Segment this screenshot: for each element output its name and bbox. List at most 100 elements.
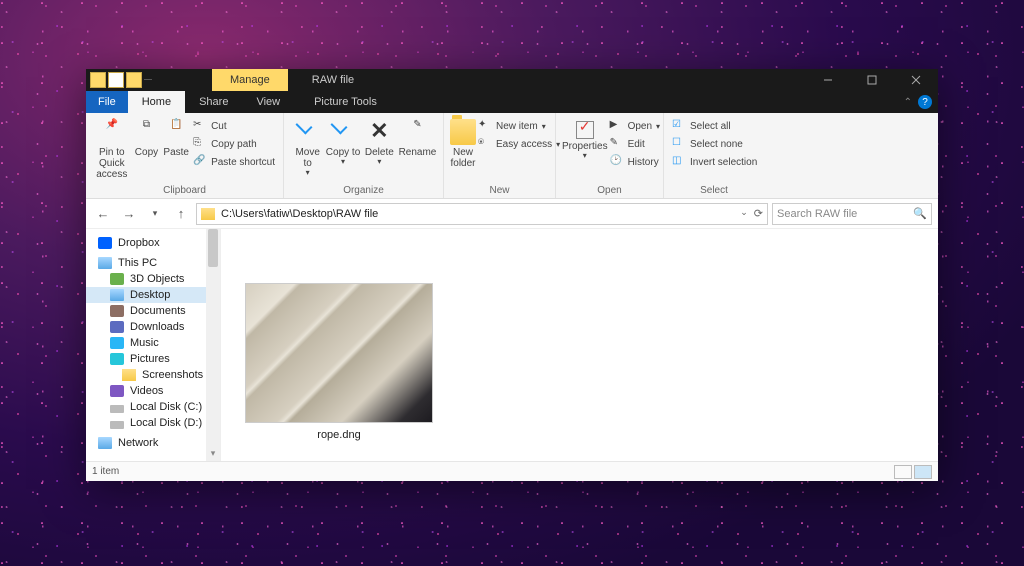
back-button[interactable]: ← xyxy=(92,203,114,225)
new-folder-button[interactable]: New folder xyxy=(450,117,476,169)
rename-icon: ✎ xyxy=(404,119,430,145)
status-bar: 1 item xyxy=(86,461,938,481)
share-tab[interactable]: Share xyxy=(185,91,242,113)
up-button[interactable]: ↑ xyxy=(170,203,192,225)
tree-item-downloads[interactable]: Downloads xyxy=(86,319,220,335)
copy-to-icon xyxy=(330,119,356,145)
refresh-icon[interactable]: ⟳ xyxy=(754,207,763,220)
item-count-label: 1 item xyxy=(92,466,119,477)
collapse-ribbon-icon[interactable]: ⌃ xyxy=(904,97,912,108)
close-button[interactable] xyxy=(894,69,938,91)
tree-item-dropbox[interactable]: Dropbox xyxy=(86,235,220,251)
forward-button[interactable]: → xyxy=(118,203,140,225)
open-button[interactable]: ▶Open ▾ xyxy=(608,117,662,135)
delete-icon: ✕ xyxy=(366,119,392,145)
paste-button[interactable]: 📋 Paste xyxy=(161,117,191,158)
tree-item-screenshots[interactable]: Screenshots xyxy=(86,367,220,383)
tree-item-disk-c[interactable]: Local Disk (C:) xyxy=(86,399,220,415)
file-item[interactable]: rope.dng xyxy=(245,283,433,441)
address-bar-row: ← → ▾ ↑ C:\Users\fatiw\Desktop\RAW file … xyxy=(86,199,938,229)
explorer-window: Manage RAW file File Home Share View Pic… xyxy=(86,69,938,481)
tree-scrollbar[interactable]: ▾ xyxy=(206,229,220,461)
tree-item-disk-d[interactable]: Local Disk (D:) xyxy=(86,415,220,431)
ribbon-tabs: File Home Share View Picture Tools ⌃ ? xyxy=(86,91,938,113)
copy-icon: ⧉ xyxy=(133,119,159,145)
network-icon xyxy=(98,437,112,449)
tree-item-pictures[interactable]: Pictures xyxy=(86,351,220,367)
paste-shortcut-button[interactable]: 🔗Paste shortcut xyxy=(191,153,277,171)
file-name-label: rope.dng xyxy=(245,429,433,441)
home-tab[interactable]: Home xyxy=(128,91,185,113)
tree-item-music[interactable]: Music xyxy=(86,335,220,351)
history-button[interactable]: 🕑History xyxy=(608,153,662,171)
window-title: RAW file xyxy=(312,74,354,86)
select-none-button[interactable]: ☐Select none xyxy=(670,135,759,153)
copy-to-button[interactable]: Copy to▾ xyxy=(325,117,360,167)
scroll-down-icon[interactable]: ▾ xyxy=(206,448,220,459)
address-bar[interactable]: C:\Users\fatiw\Desktop\RAW file ⌄ ⟳ xyxy=(196,203,768,225)
rename-button[interactable]: ✎ Rename xyxy=(398,117,437,158)
move-to-icon xyxy=(295,119,321,145)
folder-icon xyxy=(201,208,215,220)
help-icon[interactable]: ? xyxy=(918,95,932,109)
cut-button[interactable]: ✂Cut xyxy=(191,117,277,135)
pin-to-quick-access-button[interactable]: 📌 Pin to Quick access xyxy=(92,117,132,180)
properties-button[interactable]: Properties▾ xyxy=(562,117,608,161)
pictures-icon xyxy=(110,353,124,365)
tree-item-3d-objects[interactable]: 3D Objects xyxy=(86,271,220,287)
picture-tools-tab[interactable]: Picture Tools xyxy=(300,91,391,113)
paste-icon: 📋 xyxy=(163,119,189,145)
new-folder-icon xyxy=(450,119,476,145)
large-icons-view-button[interactable] xyxy=(914,465,932,479)
scrollbar-thumb[interactable] xyxy=(208,229,218,267)
drive-icon xyxy=(110,405,124,413)
pin-label: Pin to Quick access xyxy=(92,147,132,180)
documents-icon xyxy=(110,305,124,317)
file-thumbnail xyxy=(245,283,433,423)
folder-icon[interactable] xyxy=(126,72,142,88)
qat-dropdown-icon[interactable] xyxy=(144,79,152,81)
select-all-button[interactable]: ☑Select all xyxy=(670,117,759,135)
select-group-label: Select xyxy=(664,185,764,198)
copy-button[interactable]: ⧉ Copy xyxy=(132,117,162,158)
address-dropdown-icon[interactable]: ⌄ xyxy=(740,207,748,220)
tree-item-documents[interactable]: Documents xyxy=(86,303,220,319)
folder-icon[interactable] xyxy=(90,72,106,88)
clipboard-group-label: Clipboard xyxy=(86,185,283,198)
search-placeholder: Search RAW file xyxy=(777,208,857,220)
videos-icon xyxy=(110,385,124,397)
tree-item-desktop[interactable]: Desktop xyxy=(86,287,220,303)
invert-selection-button[interactable]: ◫Invert selection xyxy=(670,153,759,171)
this-pc-icon xyxy=(98,257,112,269)
minimize-button[interactable] xyxy=(806,69,850,91)
titlebar: Manage RAW file xyxy=(86,69,938,91)
new-item-button[interactable]: ✦New item ▾ xyxy=(476,117,562,135)
maximize-button[interactable] xyxy=(850,69,894,91)
organize-group-label: Organize xyxy=(284,185,443,198)
details-view-button[interactable] xyxy=(894,465,912,479)
delete-button[interactable]: ✕ Delete▾ xyxy=(361,117,398,167)
pin-icon: 📌 xyxy=(99,119,125,145)
move-to-button[interactable]: Move to▾ xyxy=(290,117,325,178)
tree-item-this-pc[interactable]: This PC xyxy=(86,255,220,271)
view-tab[interactable]: View xyxy=(242,91,294,113)
address-path: C:\Users\fatiw\Desktop\RAW file xyxy=(221,208,378,220)
easy-access-button[interactable]: ⍟Easy access ▾ xyxy=(476,135,562,153)
copy-label: Copy xyxy=(135,147,158,158)
desktop-icon xyxy=(110,289,124,301)
music-icon xyxy=(110,337,124,349)
copy-path-button[interactable]: ⎘Copy path xyxy=(191,135,277,153)
edit-button[interactable]: ✎Edit xyxy=(608,135,662,153)
navigation-tree[interactable]: Dropbox This PC 3D Objects Desktop Docum… xyxy=(86,229,221,461)
recent-locations-button[interactable]: ▾ xyxy=(144,203,166,225)
easy-access-icon: ⍟ xyxy=(478,137,492,151)
ribbon: 📌 Pin to Quick access ⧉ Copy 📋 Paste ✂Cu… xyxy=(86,113,938,199)
search-input[interactable]: Search RAW file 🔍 xyxy=(772,203,932,225)
file-tab[interactable]: File xyxy=(86,91,128,113)
quick-access-toolbar xyxy=(86,72,152,88)
tree-item-videos[interactable]: Videos xyxy=(86,383,220,399)
content-pane[interactable]: rope.dng xyxy=(221,229,938,461)
tree-item-network[interactable]: Network xyxy=(86,435,220,451)
new-item-icon: ✦ xyxy=(478,119,492,133)
qat-button[interactable] xyxy=(108,72,124,88)
